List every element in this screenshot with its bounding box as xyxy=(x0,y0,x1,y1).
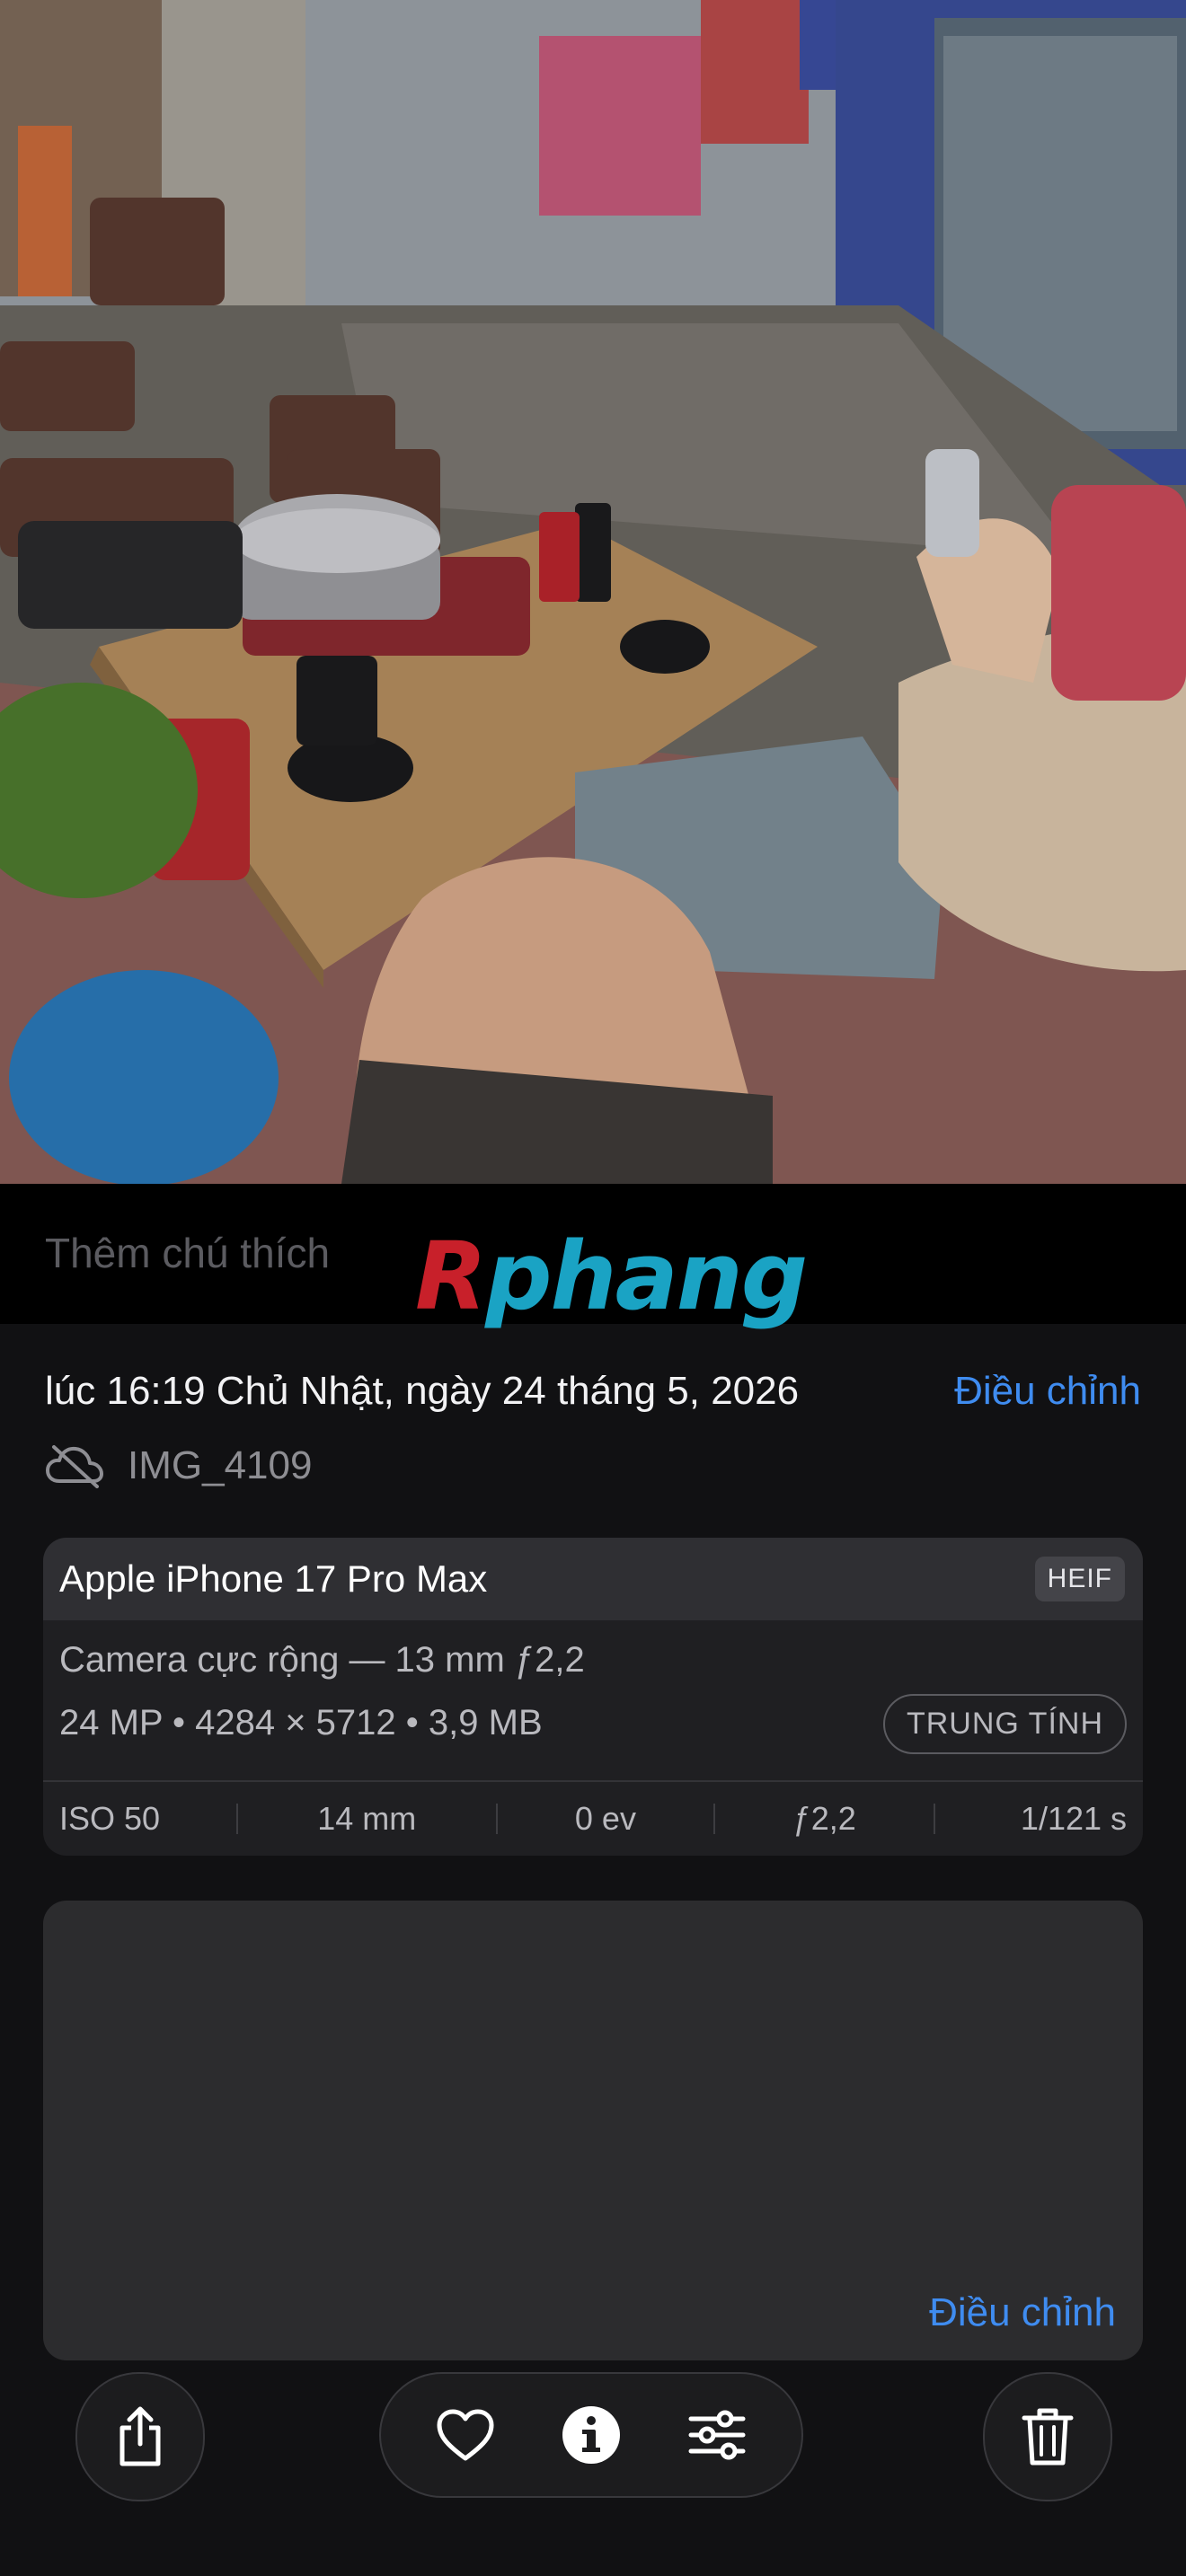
focal-length-value: 14 mm xyxy=(238,1803,498,1835)
watermark-rest: phang xyxy=(485,1222,808,1331)
adjust-datetime-button[interactable]: Điều chỉnh xyxy=(954,1369,1141,1414)
caption-placeholder: Thêm chú thích xyxy=(45,1230,331,1276)
share-icon xyxy=(119,2406,161,2466)
file-name: IMG_4109 xyxy=(128,1443,313,1487)
watermark-logo: Rphang xyxy=(415,1222,808,1331)
share-button[interactable] xyxy=(75,2372,205,2501)
image-specs: 24 MP • 4284 × 5712 • 3,9 MB xyxy=(59,1703,543,1742)
watermark-first: R xyxy=(415,1222,487,1331)
iso-value: ISO 50 xyxy=(43,1803,238,1835)
edit-button[interactable] xyxy=(681,2399,753,2471)
favorite-button[interactable] xyxy=(429,2399,501,2471)
photo-illustration xyxy=(0,0,1186,1184)
heart-icon xyxy=(437,2409,494,2461)
capture-datetime: lúc 16:19 Chủ Nhật, ngày 24 tháng 5, 202… xyxy=(45,1369,800,1413)
location-card[interactable]: Điều chỉnh xyxy=(43,1901,1143,2360)
aperture-value: ƒ2,2 xyxy=(715,1803,936,1835)
info-icon xyxy=(562,2406,620,2464)
adjust-location-button[interactable]: Điều chỉnh xyxy=(929,2290,1116,2335)
format-badge: HEIF xyxy=(1034,1557,1125,1601)
action-toolbar xyxy=(379,2372,803,2498)
cloud-off-icon xyxy=(46,1445,103,1488)
photo-style-badge[interactable]: TRUNG TÍNH xyxy=(882,1694,1127,1754)
file-row: IMG_4109 xyxy=(45,1437,312,1495)
device-name: Apple iPhone 17 Pro Max xyxy=(59,1557,488,1600)
exif-card: Apple iPhone 17 Pro Max HEIF Camera cực … xyxy=(43,1538,1143,1856)
sliders-icon xyxy=(688,2410,746,2460)
exif-header: Apple iPhone 17 Pro Max HEIF xyxy=(43,1538,1143,1620)
photo-preview[interactable] xyxy=(0,0,1186,1184)
lens-info: Camera cực rộng — 13 mm ƒ2,2 xyxy=(59,1640,585,1680)
info-button[interactable] xyxy=(555,2399,627,2471)
shutter-speed-value: 1/121 s xyxy=(1020,1800,1128,1837)
delete-button[interactable] xyxy=(983,2372,1112,2501)
trash-icon xyxy=(1022,2408,1074,2466)
exif-stats: ISO 50 14 mm 0 ev ƒ2,2 1/121 s xyxy=(43,1782,1143,1856)
exposure-value: 0 ev xyxy=(498,1803,716,1835)
